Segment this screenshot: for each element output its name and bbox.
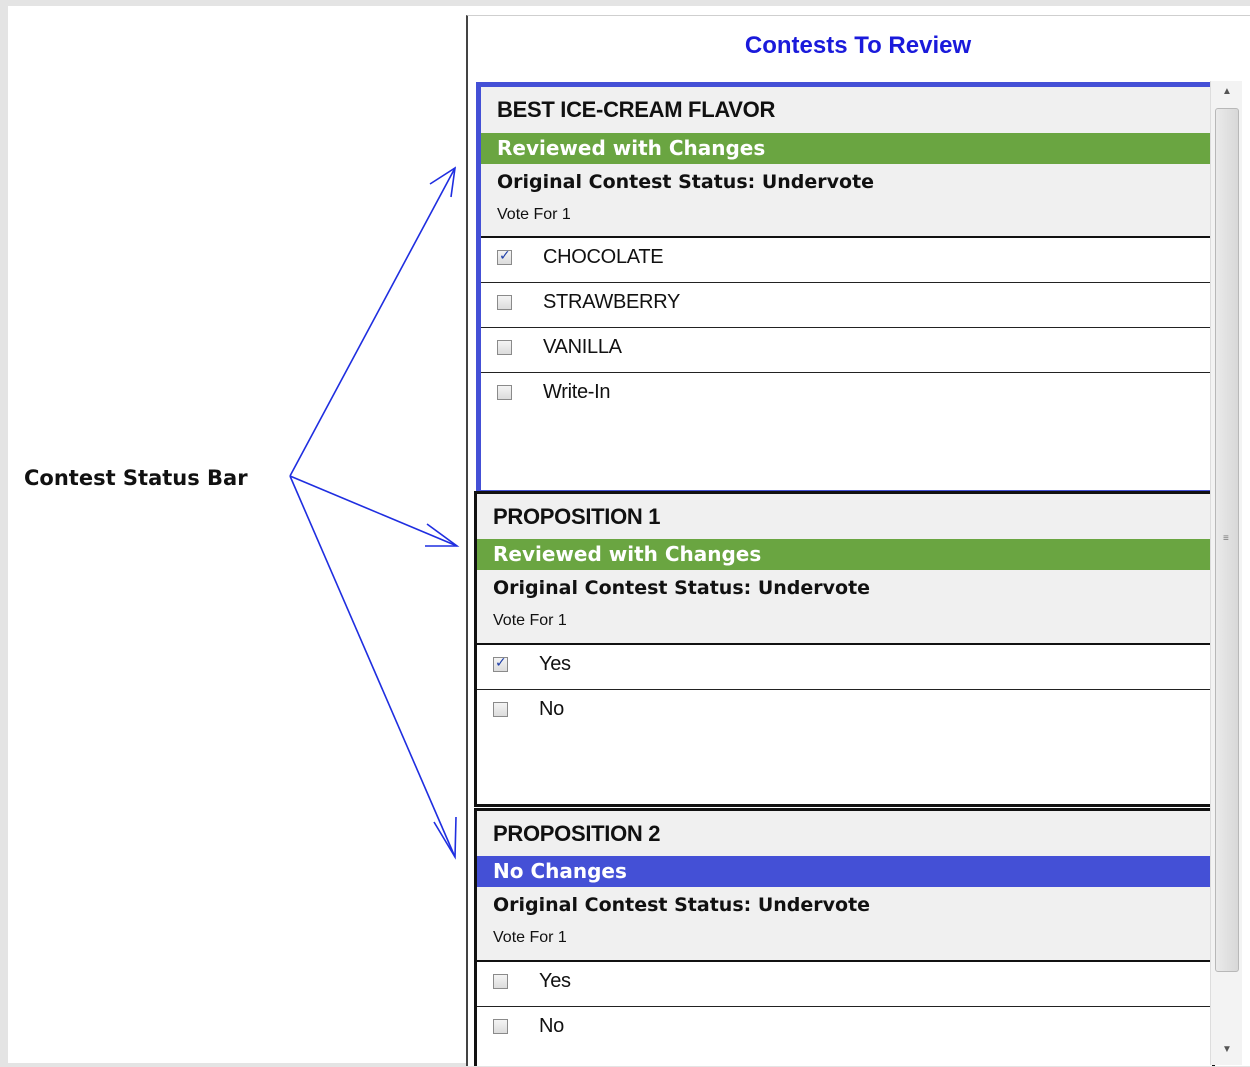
contest-card-proposition-1[interactable]: PROPOSITION 1 Reviewed with Changes Orig… (474, 491, 1215, 807)
option-checkbox[interactable] (497, 340, 512, 355)
contest-status-bar: Reviewed with Changes (477, 539, 1212, 570)
contest-card-best-ice-cream-flavor[interactable]: BEST ICE-CREAM FLAVOR Reviewed with Chan… (476, 82, 1215, 495)
option-label: VANILLA (543, 336, 622, 358)
status-text: Reviewed with Changes (493, 542, 762, 566)
contest-card-proposition-2[interactable]: PROPOSITION 2 No Changes Original Contes… (474, 808, 1215, 1066)
option-checkbox[interactable] (493, 702, 508, 717)
original-contest-status: Original Contest Status: Undervote (493, 577, 871, 599)
contest-title: PROPOSITION 1 (493, 504, 661, 529)
option-row[interactable]: No (477, 1007, 1212, 1052)
scroll-down-icon[interactable]: ▼ (1215, 1041, 1239, 1059)
contest-options: Yes No (477, 643, 1212, 804)
option-label: Yes (539, 970, 571, 992)
option-label: No (539, 1015, 564, 1037)
vote-for-label: Vote For 1 (497, 206, 571, 223)
option-label: CHOCOLATE (543, 246, 664, 268)
option-row[interactable]: Yes (477, 962, 1212, 1007)
status-text: Reviewed with Changes (497, 136, 766, 160)
option-checkbox[interactable] (497, 385, 512, 400)
contest-options: Yes No (477, 960, 1212, 1066)
option-row[interactable]: CHOCOLATE (481, 238, 1210, 283)
option-checkbox[interactable] (493, 974, 508, 989)
original-contest-status: Original Contest Status: Undervote (493, 894, 871, 916)
option-label: Yes (539, 653, 571, 675)
arrow-line-3 (289, 475, 456, 858)
contest-title: PROPOSITION 2 (493, 821, 661, 846)
option-checkbox[interactable] (497, 248, 512, 265)
original-contest-status: Original Contest Status: Undervote (497, 171, 875, 193)
option-checkbox[interactable] (497, 295, 512, 310)
option-checkbox[interactable] (493, 1019, 508, 1034)
vote-for-label: Vote For 1 (493, 929, 567, 946)
status-text: No Changes (493, 859, 627, 883)
option-checkbox[interactable] (493, 655, 508, 672)
vertical-scrollbar[interactable]: ▲ ≡ ▼ (1210, 81, 1242, 1065)
option-label: Write-In (543, 381, 611, 403)
option-label: No (539, 698, 564, 720)
vote-for-label: Vote For 1 (493, 612, 567, 629)
arrow-line-1 (289, 167, 456, 477)
panel-title: Contests To Review (744, 32, 972, 59)
contest-title: BEST ICE-CREAM FLAVOR (497, 97, 776, 122)
contests-panel: Contests To Review BEST ICE-CREAM FLAVOR… (466, 15, 1250, 1066)
contest-status-bar: Reviewed with Changes (481, 133, 1210, 164)
option-row[interactable]: No (477, 690, 1212, 735)
contest-status-bar: No Changes (477, 856, 1212, 887)
scrollbar-thumb[interactable]: ≡ (1215, 108, 1239, 972)
scroll-up-icon[interactable]: ▲ (1215, 83, 1239, 101)
option-row[interactable]: Write-In (481, 373, 1210, 418)
grip-lines-icon: ≡ (1223, 533, 1229, 544)
option-label: STRAWBERRY (543, 291, 681, 313)
option-row[interactable]: VANILLA (481, 328, 1210, 373)
option-row[interactable]: Yes (477, 645, 1212, 690)
option-row[interactable]: STRAWBERRY (481, 283, 1210, 328)
contest-options: CHOCOLATE STRAWBERRY VANILLA Write-In (481, 236, 1210, 490)
